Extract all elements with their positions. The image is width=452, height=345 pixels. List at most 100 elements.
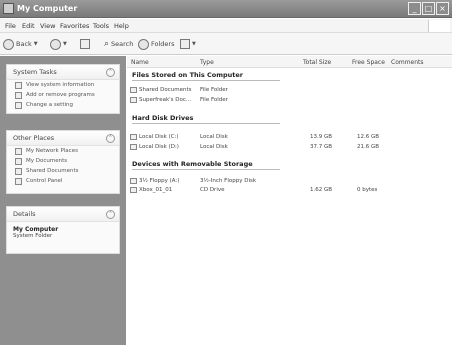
cd-drive-icon xyxy=(130,187,137,193)
item-total-size: 1.62 GB xyxy=(310,187,333,193)
minimize-button[interactable]: _ xyxy=(408,2,421,15)
column-free-space[interactable]: Free Space xyxy=(352,59,385,66)
task-label: Add or remove programs xyxy=(26,92,95,98)
search-button[interactable]: ⌕ Search xyxy=(104,38,133,50)
column-name[interactable]: Name xyxy=(131,59,149,66)
folder-icon xyxy=(15,167,22,175)
item-name: Local Disk (C:) xyxy=(139,134,179,140)
item-type: Local Disk xyxy=(200,144,228,150)
list-item[interactable]: 3½ Floppy (A:) 3½-Inch Floppy Disk xyxy=(127,177,452,186)
system-tasks-panel: System Tasks ⌃ View system information A… xyxy=(6,64,120,114)
chevron-down-icon: ▼ xyxy=(63,41,67,47)
back-arrow-icon xyxy=(3,38,14,50)
column-comments[interactable]: Comments xyxy=(391,59,424,66)
place-label: Shared Documents xyxy=(26,168,79,174)
task-label: View system information xyxy=(26,82,95,88)
list-item[interactable]: Xbox_01_01 CD Drive 1.62 GB 0 bytes xyxy=(127,186,452,195)
search-label: Search xyxy=(111,40,134,48)
folder-icon xyxy=(15,157,22,165)
item-free-space: 12.6 GB xyxy=(357,134,380,140)
chevron-down-icon: ▼ xyxy=(33,41,38,47)
window-title: My Computer xyxy=(17,4,78,13)
group-divider xyxy=(132,123,280,124)
menu-favorites[interactable]: Favorites xyxy=(60,22,89,30)
item-name: Local Disk (D:) xyxy=(139,144,179,150)
task-pane: System Tasks ⌃ View system information A… xyxy=(0,56,126,345)
system-info-icon xyxy=(15,81,22,89)
item-type: 3½-Inch Floppy Disk xyxy=(200,178,257,184)
folder-icon xyxy=(130,87,137,93)
close-button[interactable]: × xyxy=(436,2,449,15)
control-panel-icon xyxy=(15,101,22,109)
views-button[interactable]: ▼ xyxy=(180,38,196,50)
place-control-panel[interactable]: Control Panel xyxy=(7,176,119,186)
column-total-size[interactable]: Total Size xyxy=(303,59,331,66)
hard-disk-icon xyxy=(130,134,137,140)
menu-tools[interactable]: Tools xyxy=(93,22,109,30)
menu-file[interactable]: File xyxy=(5,22,16,30)
item-type: File Folder xyxy=(200,97,228,103)
item-free-space: 21.6 GB xyxy=(357,144,380,150)
details-title: Details xyxy=(13,210,36,218)
menu-help[interactable]: Help xyxy=(114,22,129,30)
place-my-network[interactable]: My Network Places xyxy=(7,146,119,156)
views-icon xyxy=(180,39,190,49)
item-name: 3½ Floppy (A:) xyxy=(139,178,180,184)
item-name: Shared Documents xyxy=(139,87,192,93)
folders-button[interactable]: Folders xyxy=(138,38,174,50)
maximize-button[interactable]: □ xyxy=(422,2,435,15)
computer-icon xyxy=(3,3,14,14)
place-label: Control Panel xyxy=(26,178,63,184)
folders-icon xyxy=(138,38,149,50)
back-label: Back xyxy=(16,40,32,48)
group-hard-disk-drives: Hard Disk Drives xyxy=(132,114,194,122)
list-item[interactable]: Shared Documents File Folder xyxy=(127,86,452,95)
item-name: Xbox_01_01 xyxy=(139,187,173,193)
list-item[interactable]: Superfreak's Doc... File Folder xyxy=(127,96,452,105)
item-free-space: 0 bytes xyxy=(357,187,378,193)
details-header[interactable]: Details ⌃ xyxy=(7,207,119,222)
item-type: CD Drive xyxy=(200,187,225,193)
other-places-header[interactable]: Other Places ⌃ xyxy=(7,131,119,146)
other-places-title: Other Places xyxy=(13,134,55,142)
toolbar: Back ▼ ▼ ⌕ Search Folders ▼ xyxy=(0,33,452,55)
group-files-stored: Files Stored on This Computer xyxy=(132,71,244,79)
up-folder-button[interactable] xyxy=(80,38,90,50)
list-item[interactable]: Local Disk (D:) Local Disk 37.7 GB 21.6 … xyxy=(127,143,452,152)
details-type: System Folder xyxy=(13,233,53,239)
collapse-chevron-icon[interactable]: ⌃ xyxy=(106,134,115,143)
task-add-remove-programs[interactable]: Add or remove programs xyxy=(7,90,119,100)
title-bar: My Computer _ □ × xyxy=(0,0,452,18)
back-button[interactable]: Back ▼ xyxy=(3,38,38,50)
floppy-drive-icon xyxy=(130,178,137,184)
place-my-documents[interactable]: My Documents xyxy=(7,156,119,166)
group-divider xyxy=(132,80,280,81)
place-label: My Network Places xyxy=(26,148,78,154)
item-total-size: 13.9 GB xyxy=(310,134,333,140)
details-name: My Computer xyxy=(13,226,59,233)
item-type: Local Disk xyxy=(200,134,228,140)
menu-edit[interactable]: Edit xyxy=(22,22,35,30)
column-type[interactable]: Type xyxy=(200,59,214,66)
item-name: Superfreak's Doc... xyxy=(139,97,192,103)
hard-disk-icon xyxy=(130,144,137,150)
item-type: File Folder xyxy=(200,87,228,93)
system-tasks-header[interactable]: System Tasks ⌃ xyxy=(7,65,119,80)
forward-button[interactable]: ▼ xyxy=(50,38,67,50)
group-removable-storage: Devices with Removable Storage xyxy=(132,160,253,168)
system-tasks-title: System Tasks xyxy=(13,68,57,76)
windows-logo-icon xyxy=(428,20,450,32)
column-header-bar: Name Type Total Size Free Space Comments xyxy=(127,56,452,68)
file-list-view: Name Type Total Size Free Space Comments… xyxy=(127,56,452,345)
collapse-chevron-icon[interactable]: ⌃ xyxy=(106,68,115,77)
task-change-setting[interactable]: Change a setting xyxy=(7,100,119,110)
add-remove-icon xyxy=(15,91,22,99)
collapse-chevron-icon[interactable]: ⌃ xyxy=(106,210,115,219)
menu-view[interactable]: View xyxy=(40,22,55,30)
task-view-system-info[interactable]: View system information xyxy=(7,80,119,90)
place-shared-documents[interactable]: Shared Documents xyxy=(7,166,119,176)
place-label: My Documents xyxy=(26,158,68,164)
list-item[interactable]: Local Disk (C:) Local Disk 13.9 GB 12.6 … xyxy=(127,133,452,142)
item-total-size: 37.7 GB xyxy=(310,144,333,150)
group-divider xyxy=(132,169,280,170)
